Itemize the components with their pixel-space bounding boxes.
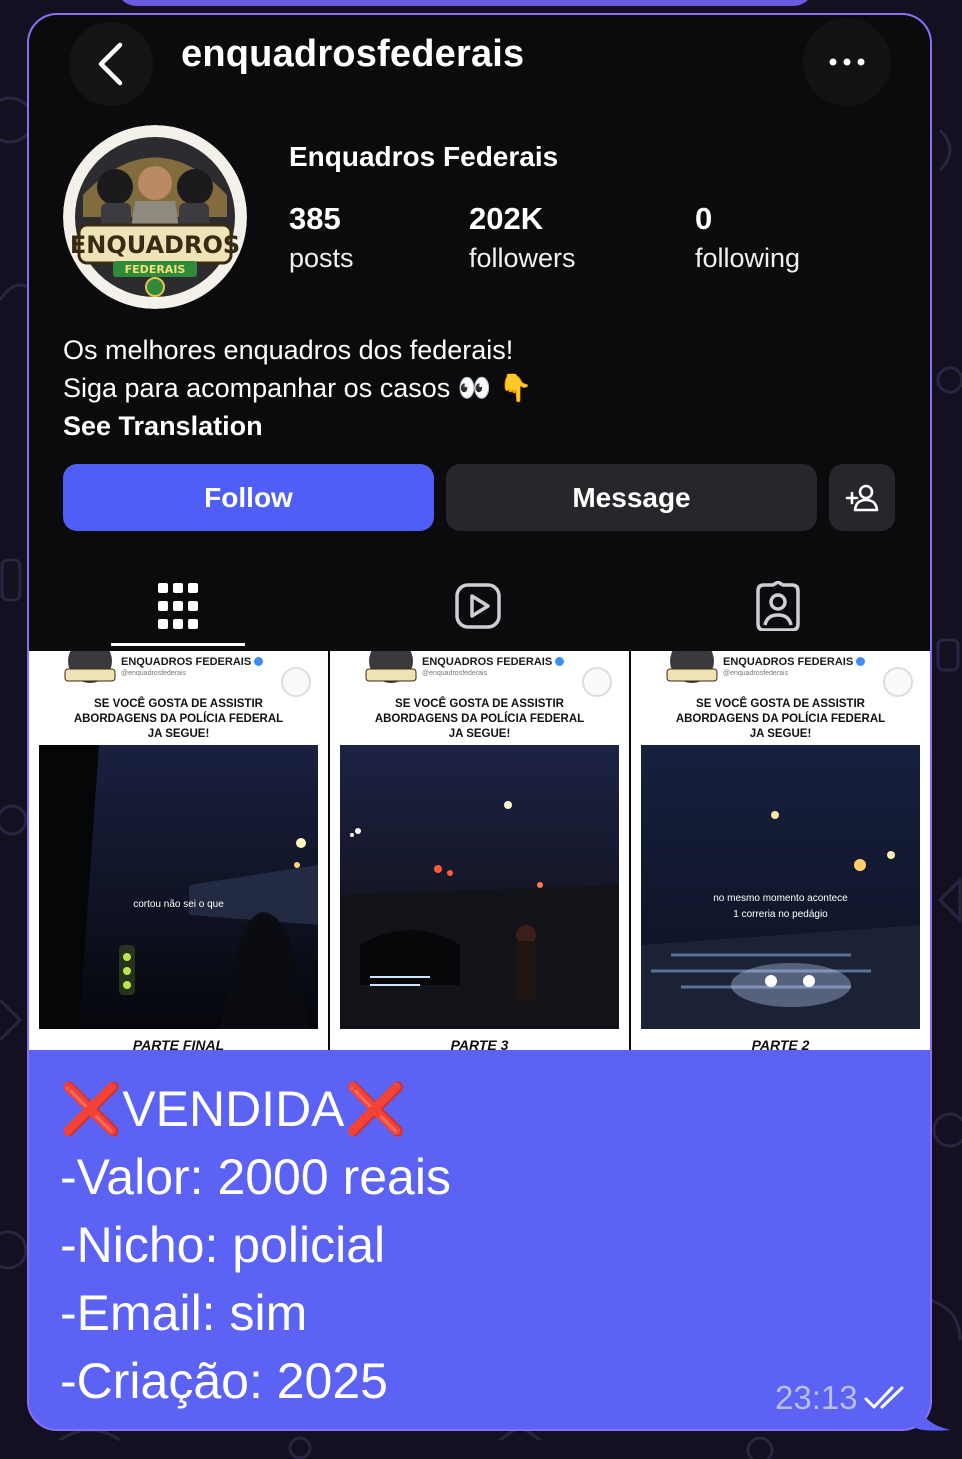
post-video-frame xyxy=(340,745,619,1029)
tab-tagged[interactable] xyxy=(711,563,845,649)
post-part-label: PARTE FINAL xyxy=(132,1037,225,1050)
message-line-price: -Valor: 2000 reais xyxy=(60,1149,451,1205)
profile-bio: Os melhores enquadros dos federais! Siga… xyxy=(63,331,532,445)
tagged-icon xyxy=(756,581,800,631)
caption-line: ABORDAGENS DA POLÍCIA FEDERAL xyxy=(374,713,585,725)
cross-mark-icon: ❌ xyxy=(60,1081,123,1137)
caption-line: JA SEGUE! xyxy=(749,728,812,740)
status-text: VENDIDA xyxy=(122,1081,345,1137)
profile-avatar[interactable]: ENQUADROS FEDERAIS xyxy=(63,125,247,309)
caption-line: SE VOCÊ GOSTA DE ASSISTIR xyxy=(696,698,865,710)
verified-badge-icon xyxy=(254,657,264,666)
instagram-profile-screenshot[interactable]: enquadrosfederais ENQUADROS FEDERAIS Enq… xyxy=(29,15,930,1050)
profile-username: enquadrosfederais xyxy=(181,33,525,75)
more-options-button[interactable] xyxy=(803,18,891,106)
post-caption: SE VOCÊ GOSTA DE ASSISTIR ABORDAGENS DA … xyxy=(631,697,930,742)
caption-line: ABORDAGENS DA POLÍCIA FEDERAL xyxy=(73,713,284,725)
play-circle-icon xyxy=(582,667,612,697)
avatar-logo: ENQUADROS FEDERAIS xyxy=(63,125,247,309)
post-part-label: PARTE 2 xyxy=(751,1037,810,1050)
post-brand-name: ENQUADROS FEDERAIS xyxy=(723,656,866,668)
follow-button[interactable]: Follow xyxy=(63,464,434,531)
posts-grid: ENQUADROS FEDERAIS @enquadrosfederais SE… xyxy=(29,651,930,1050)
grid-icon xyxy=(158,583,198,629)
stat-label: followers xyxy=(469,243,576,273)
stat-posts[interactable]: 385 posts xyxy=(289,201,354,274)
bubble-tail xyxy=(915,1398,951,1431)
bio-line: Os melhores enquadros dos federais! xyxy=(63,335,514,365)
video-subtitle: cortou não sei o que xyxy=(133,899,224,910)
caption-line: JA SEGUE! xyxy=(147,728,210,740)
post-part-label: PARTE 3 xyxy=(450,1037,509,1050)
previous-message-bubble xyxy=(115,0,815,6)
message-button[interactable]: Message xyxy=(446,464,817,531)
post-logo xyxy=(64,651,116,683)
stat-followers[interactable]: 202K followers xyxy=(469,201,576,274)
active-tab-indicator xyxy=(111,643,245,646)
post-handle: @enquadrosfederais xyxy=(723,670,789,677)
post-video-frame: no mesmo momento acontece 1 correria no … xyxy=(641,745,920,1029)
post-caption: SE VOCÊ GOSTA DE ASSISTIR ABORDAGENS DA … xyxy=(330,697,629,742)
post-logo xyxy=(365,651,417,683)
play-circle-icon xyxy=(281,667,311,697)
back-button[interactable] xyxy=(69,22,153,106)
post-caption: SE VOCÊ GOSTA DE ASSISTIR ABORDAGENS DA … xyxy=(29,697,328,742)
video-subtitle: no mesmo momento acontece xyxy=(713,893,848,904)
post-thumbnail[interactable]: ENQUADROS FEDERAIS @enquadrosfederais SE… xyxy=(631,651,930,1050)
message-line-niche: -Nicho: policial xyxy=(60,1217,386,1273)
play-circle-icon xyxy=(883,667,913,697)
add-user-icon xyxy=(845,484,879,511)
message-bubble[interactable]: enquadrosfederais ENQUADROS FEDERAIS Enq… xyxy=(27,13,932,1431)
message-line-created: -Criação: 2025 xyxy=(60,1353,388,1409)
tab-posts-grid[interactable] xyxy=(111,563,245,649)
svg-text:ENQUADROS: ENQUADROS xyxy=(70,231,240,259)
message-meta: 23:13 xyxy=(775,1379,908,1417)
verified-badge-icon xyxy=(555,657,565,666)
svg-text:FEDERAIS: FEDERAIS xyxy=(125,263,186,276)
post-brand-name: ENQUADROS FEDERAIS xyxy=(121,656,264,668)
message-time: 23:13 xyxy=(775,1379,858,1416)
see-translation-link[interactable]: See Translation xyxy=(63,407,532,445)
stat-value: 202K xyxy=(469,201,544,236)
suggested-users-button[interactable] xyxy=(829,464,895,531)
message-text: ❌VENDIDA❌ -Valor: 2000 reais -Nicho: pol… xyxy=(60,1075,451,1415)
message-line-status: ❌VENDIDA❌ xyxy=(60,1075,451,1143)
caption-line: ABORDAGENS DA POLÍCIA FEDERAL xyxy=(675,713,886,725)
stat-label: posts xyxy=(289,243,354,273)
caption-line: JA SEGUE! xyxy=(448,728,511,740)
post-handle: @enquadrosfederais xyxy=(422,670,488,677)
bio-line: Siga para acompanhar os casos 👀 👇 xyxy=(63,373,533,403)
stat-label: following xyxy=(695,243,801,273)
profile-header: enquadrosfederais xyxy=(29,15,930,106)
video-subtitle: 1 correria no pedágio xyxy=(733,909,828,920)
stat-value: 385 xyxy=(289,201,341,236)
post-thumbnail[interactable]: ENQUADROS FEDERAIS @enquadrosfederais SE… xyxy=(330,651,629,1050)
double-check-icon xyxy=(864,1386,904,1409)
caption-line: SE VOCÊ GOSTA DE ASSISTIR xyxy=(94,698,263,710)
post-thumbnail[interactable]: ENQUADROS FEDERAIS @enquadrosfederais SE… xyxy=(29,651,328,1050)
post-brand-name: ENQUADROS FEDERAIS xyxy=(422,656,565,668)
chevron-left-icon xyxy=(98,42,123,86)
more-dots-icon xyxy=(829,58,865,66)
post-logo xyxy=(666,651,718,683)
reels-icon xyxy=(455,583,501,629)
profile-tabs xyxy=(29,563,930,649)
profile-display-name: Enquadros Federais xyxy=(289,141,559,172)
post-video-frame: cortou não sei o que xyxy=(39,745,318,1029)
stat-value: 0 xyxy=(695,201,713,236)
cross-mark-icon: ❌ xyxy=(344,1081,407,1137)
tab-reels[interactable] xyxy=(411,563,545,649)
caption-line: SE VOCÊ GOSTA DE ASSISTIR xyxy=(395,698,564,710)
stat-following[interactable]: 0 following xyxy=(695,201,800,274)
post-handle: @enquadrosfederais xyxy=(121,670,187,677)
verified-badge-icon xyxy=(856,657,866,666)
message-line-email: -Email: sim xyxy=(60,1285,308,1341)
